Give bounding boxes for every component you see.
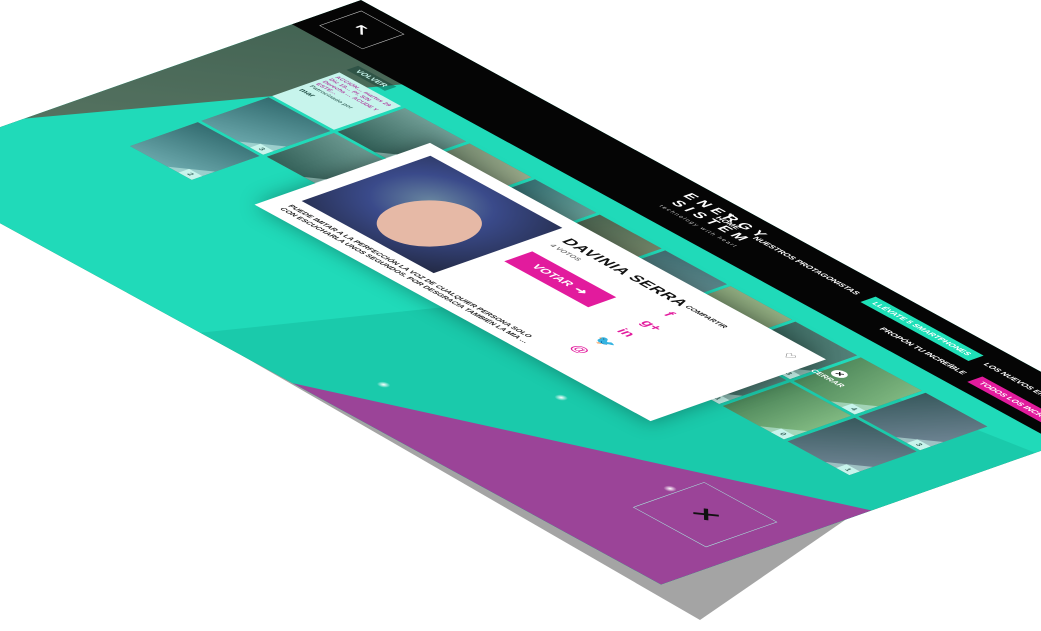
website-screen: ↖ ♥ ENERGY SISTEM technology with heart … xyxy=(0,0,1041,585)
email-icon[interactable]: @ xyxy=(566,343,598,357)
arrow-right-icon: ➜ xyxy=(569,285,593,296)
social-share-list: f g+ in 🐦 @ xyxy=(566,310,691,357)
google-plus-icon[interactable]: g+ xyxy=(636,318,668,332)
participant-face xyxy=(355,191,504,256)
facebook-icon[interactable]: f xyxy=(659,310,691,324)
vote-button-label: VOTAR xyxy=(528,262,578,288)
twitter-icon[interactable]: 🐦 xyxy=(589,335,621,349)
share-label: COMPARTIR xyxy=(682,304,730,329)
device-mockup: ↖ ♥ ENERGY SISTEM technology with heart … xyxy=(0,0,1041,631)
linkedin-icon[interactable]: in xyxy=(613,327,645,341)
back-arrow-icon[interactable]: ↖ xyxy=(319,10,405,50)
heart-icon[interactable]: ♡ xyxy=(778,351,800,361)
